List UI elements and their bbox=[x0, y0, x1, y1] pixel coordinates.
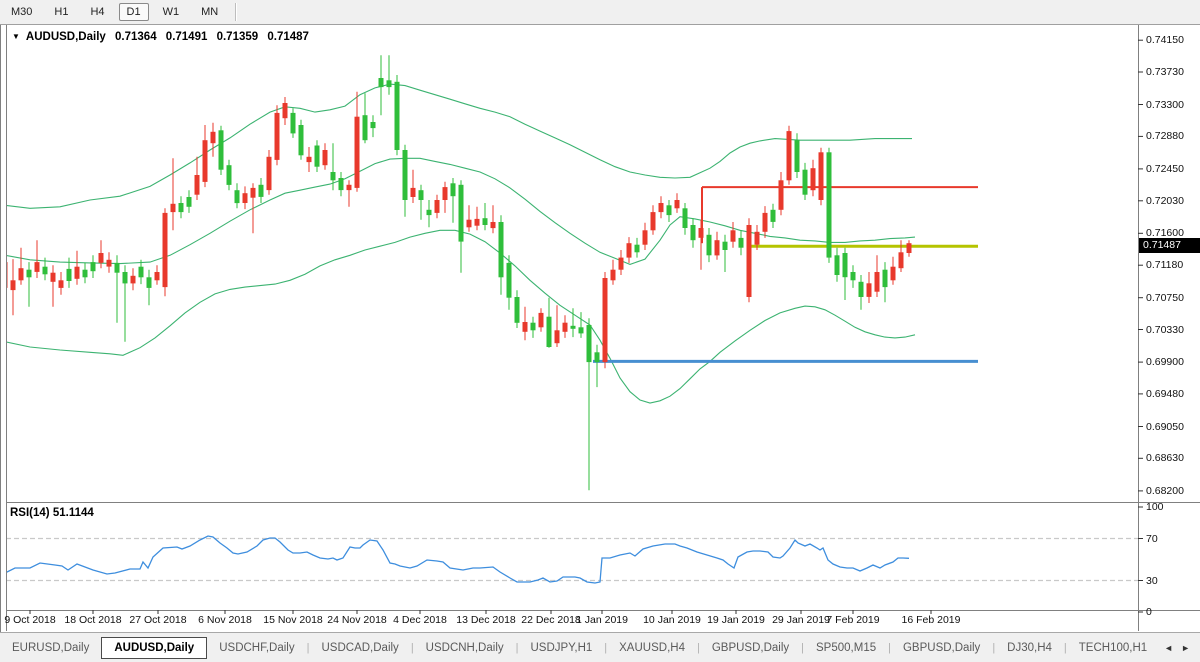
quote-high: 0.71491 bbox=[166, 31, 208, 43]
date-axis-label: 7 Feb 2019 bbox=[826, 614, 879, 626]
price-axis-label: 0.69050 bbox=[1146, 421, 1184, 433]
price-axis-label: 0.68630 bbox=[1146, 452, 1184, 464]
price-axis-label: 0.71600 bbox=[1146, 227, 1184, 239]
trading-terminal-window: { "toolbar": { "timeframes": [ {"label":… bbox=[0, 0, 1200, 662]
date-axis-label: 9 Oct 2018 bbox=[4, 614, 55, 626]
symbol-tab-audusd-daily[interactable]: AUDUSD,Daily bbox=[101, 637, 207, 659]
rsi-axis-label: 70 bbox=[1146, 533, 1158, 545]
date-axis-label: 24 Nov 2018 bbox=[327, 614, 387, 626]
symbol-tab-gbpusd-daily[interactable]: GBPUSD,Daily bbox=[700, 637, 801, 659]
rsi-axis-label: 0 bbox=[1146, 606, 1152, 618]
bollinger-bands bbox=[5, 84, 915, 403]
symbol-tab-tech100-h1[interactable]: TECH100,H1 bbox=[1067, 637, 1159, 659]
timeframe-button-h4[interactable]: H4 bbox=[82, 3, 112, 21]
price-axis-label: 0.72450 bbox=[1146, 163, 1184, 175]
date-axis-label: 19 Jan 2019 bbox=[707, 614, 765, 626]
price-axis-label: 0.73730 bbox=[1146, 66, 1184, 78]
rsi-axis-label: 100 bbox=[1146, 501, 1164, 513]
symbol-tab-usdjpy-h1[interactable]: USDJPY,H1 bbox=[518, 637, 604, 659]
chart-symbol-label: AUDUSD,Daily bbox=[26, 31, 106, 43]
price-axis-label: 0.72030 bbox=[1146, 195, 1184, 207]
date-axis-label: 27 Oct 2018 bbox=[129, 614, 186, 626]
price-axis-label: 0.72880 bbox=[1146, 130, 1184, 142]
date-axis-label: 4 Dec 2018 bbox=[393, 614, 447, 626]
timeframe-button-h1[interactable]: H1 bbox=[46, 3, 76, 21]
toolbar-separator bbox=[235, 3, 237, 21]
price-axis-label: 0.70330 bbox=[1146, 324, 1184, 336]
symbol-tab-gbpusd-daily[interactable]: GBPUSD,Daily bbox=[891, 637, 992, 659]
timeframe-button-mn[interactable]: MN bbox=[193, 3, 226, 21]
tab-scroll-left-icon[interactable]: ◄ bbox=[1164, 643, 1173, 653]
price-axis-label: 0.69480 bbox=[1146, 388, 1184, 400]
symbol-tab-usdcnh-daily[interactable]: USDCNH,Daily bbox=[414, 637, 516, 659]
date-axis-label: 6 Nov 2018 bbox=[198, 614, 252, 626]
chart-title: ▼ AUDUSD,Daily 0.71364 0.71491 0.71359 0.… bbox=[12, 31, 309, 43]
date-axis-label: 16 Feb 2019 bbox=[902, 614, 961, 626]
symbol-tab-xauusd-h4[interactable]: XAUUSD,H4 bbox=[607, 637, 697, 659]
quote-close: 0.71487 bbox=[267, 31, 309, 43]
quote-low: 0.71359 bbox=[217, 31, 259, 43]
symbol-tab-usdchf-daily[interactable]: USDCHF,Daily bbox=[207, 637, 306, 659]
rsi-indicator bbox=[5, 536, 1138, 583]
symbol-tab-dj30-h4[interactable]: DJ30,H4 bbox=[995, 637, 1064, 659]
symbol-tab-bar: EURUSD,DailyAUDUSD,DailyUSDCHF,Daily|USD… bbox=[0, 632, 1200, 662]
timeframe-button-d1[interactable]: D1 bbox=[119, 3, 149, 21]
price-axis-label: 0.73300 bbox=[1146, 99, 1184, 111]
rsi-axis-label: 30 bbox=[1146, 575, 1158, 587]
symbol-tab-eurusd-daily[interactable]: EURUSD,Daily bbox=[0, 637, 101, 659]
tab-scroll-arrows: ◄ ► bbox=[1164, 643, 1200, 653]
price-chart-canvas[interactable] bbox=[0, 0, 1200, 662]
rsi-indicator-label: RSI(14) 51.1144 bbox=[10, 507, 94, 519]
tab-scroll-right-icon[interactable]: ► bbox=[1181, 643, 1190, 653]
rsi-name: RSI(14) bbox=[10, 507, 50, 519]
date-axis-label: 22 Dec 2018 bbox=[521, 614, 581, 626]
symbol-tab-sp500-m15[interactable]: SP500,M15 bbox=[804, 637, 888, 659]
date-axis-label: 15 Nov 2018 bbox=[263, 614, 323, 626]
date-axis-label: 29 Jan 2019 bbox=[772, 614, 830, 626]
date-axis-label: 10 Jan 2019 bbox=[643, 614, 701, 626]
date-axis-label: 1 Jan 2019 bbox=[576, 614, 628, 626]
price-axis-label: 0.74150 bbox=[1146, 34, 1184, 46]
quote-open: 0.71364 bbox=[115, 31, 157, 43]
price-axis-label: 0.70750 bbox=[1146, 292, 1184, 304]
timeframe-button-m30[interactable]: M30 bbox=[3, 3, 40, 21]
symbol-tab-usdcad-daily[interactable]: USDCAD,Daily bbox=[309, 637, 410, 659]
price-axis-label: 0.69900 bbox=[1146, 356, 1184, 368]
price-axis-label: 0.71180 bbox=[1146, 259, 1183, 271]
timeframe-button-w1[interactable]: W1 bbox=[155, 3, 188, 21]
candlestick-series bbox=[3, 55, 912, 490]
symbol-dropdown-icon[interactable]: ▼ bbox=[12, 32, 20, 41]
date-axis-label: 18 Oct 2018 bbox=[64, 614, 121, 626]
date-axis-label: 13 Dec 2018 bbox=[456, 614, 516, 626]
timeframe-toolbar: M30 H1 H4 D1 W1 MN bbox=[0, 0, 1200, 25]
chart-frame bbox=[1, 24, 1200, 632]
price-axis-label: 0.68200 bbox=[1146, 485, 1184, 497]
current-price-badge: 0.71487 bbox=[1139, 238, 1200, 253]
rsi-value: 51.1144 bbox=[53, 507, 94, 519]
